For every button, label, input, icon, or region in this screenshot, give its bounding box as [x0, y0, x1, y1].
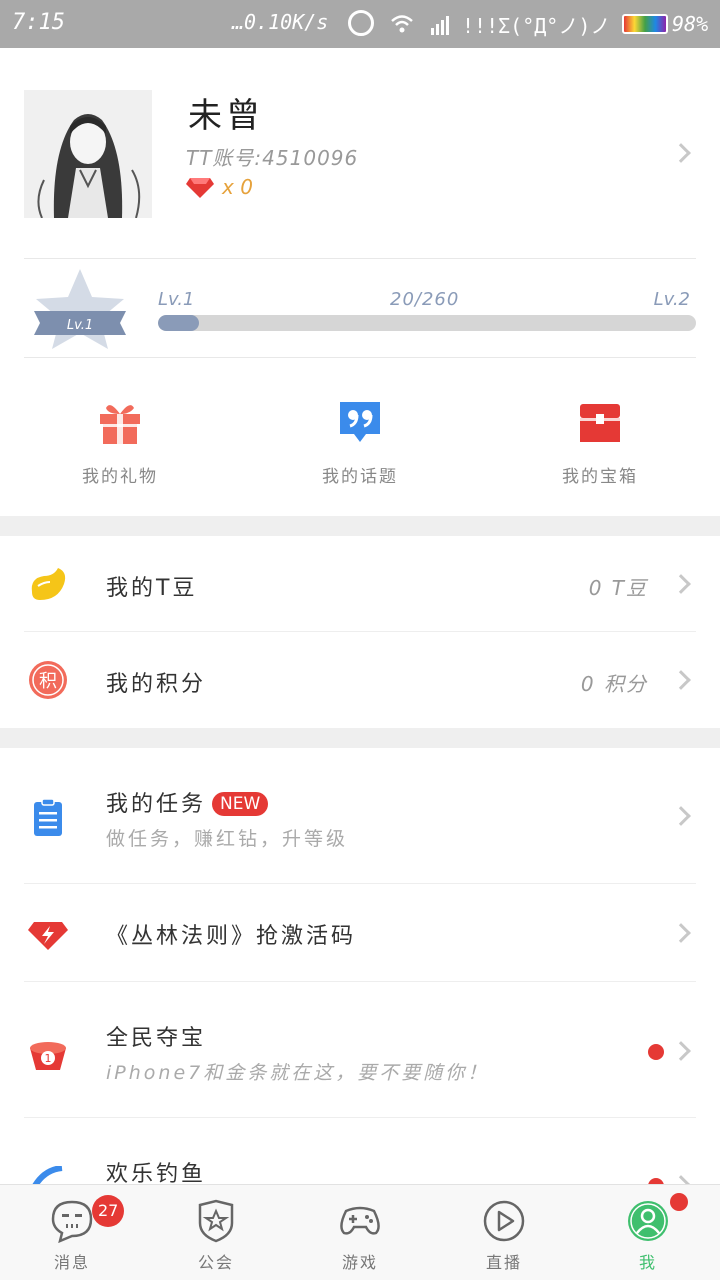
level-progress: Lv.1 Lv.1 20/260 Lv.2: [24, 258, 696, 358]
battery-percent: 98%: [672, 12, 709, 36]
my-points-title: 我的积分: [106, 672, 207, 697]
activation-code-title: 《丛林法则》抢激活码: [106, 924, 357, 949]
nav-me[interactable]: 我: [576, 1185, 720, 1280]
fishing-row[interactable]: 欢乐钓鱼: [0, 1118, 720, 1184]
nav-me-label: 我: [638, 1253, 657, 1272]
alarm-icon: [348, 10, 374, 36]
user-name: 未曾: [188, 96, 264, 136]
chevron-right-icon: [671, 574, 691, 594]
my-tasks-title: 我的任务 NEW: [106, 786, 269, 818]
treasure-hunt-title: 全民夺宝: [106, 1026, 207, 1051]
chevron-right-icon: [671, 670, 691, 690]
chevron-right-icon: [671, 806, 691, 826]
my-tasks-subtitle: 做任务，赚红钻，升等级: [106, 828, 349, 850]
wifi-icon: [391, 15, 413, 33]
chevron-right-icon: [671, 1175, 691, 1184]
quick-actions: 我的礼物 我的话题 我的宝箱: [0, 358, 720, 516]
network-speed: …0.10K/s: [232, 10, 329, 34]
profile-header[interactable]: 未曾 TT账号:4510096 x 0: [0, 48, 720, 258]
chat-bubble-icon: [51, 1200, 93, 1243]
red-diamond-icon: [186, 178, 214, 198]
emoticon-text: !!!Σ(°Д°ノ)ノ: [462, 14, 611, 38]
chevron-right-icon: [671, 1041, 691, 1061]
points-value: 0 积分: [580, 672, 648, 696]
chevron-right-icon: [671, 923, 691, 943]
level-current: Lv.1: [158, 289, 195, 310]
tbeans-value: 0 T豆: [588, 576, 648, 600]
signal-icon: [431, 16, 449, 35]
level-progress-text: 20/260: [390, 289, 460, 310]
my-gifts-button[interactable]: 我的礼物: [0, 358, 240, 516]
chevron-right-icon[interactable]: [671, 143, 691, 163]
nav-guild-label: 公会: [197, 1253, 234, 1272]
account-id: TT账号:4510096: [186, 146, 359, 170]
nav-messages[interactable]: 消息: [0, 1185, 144, 1280]
notification-dot: [648, 1044, 664, 1060]
my-tbeans-title: 我的T豆: [106, 576, 198, 601]
avatar[interactable]: [24, 90, 152, 218]
gem-balance: x 0: [186, 174, 253, 200]
gamepad-icon: [340, 1206, 380, 1235]
treasure-hunt-subtitle: iPhone7和金条就在这，要不要随你！: [106, 1062, 490, 1084]
treasure-hunt-row[interactable]: 1 全民夺宝 iPhone7和金条就在这，要不要随你！: [0, 982, 720, 1118]
status-time: 7:15: [12, 10, 65, 35]
level-star-icon: Lv.1: [34, 269, 126, 349]
activation-code-row[interactable]: 《丛林法则》抢激活码: [0, 884, 720, 982]
my-gifts-label: 我的礼物: [82, 467, 158, 487]
clipboard-icon: [34, 798, 62, 836]
svg-text:积: 积: [39, 671, 57, 692]
bean-icon: [31, 568, 66, 600]
red-envelope-icon: 1: [30, 1042, 66, 1070]
fishing-title: 欢乐钓鱼: [106, 1162, 207, 1184]
status-bar: 7:15 …0.10K/s !!!Σ(°Д°ノ)ノ 98%: [0, 0, 720, 48]
quote-icon: [340, 402, 380, 442]
nav-games-label: 游戏: [341, 1253, 378, 1272]
nav-messages-label: 消息: [53, 1253, 90, 1272]
nav-guild[interactable]: 公会: [144, 1185, 288, 1280]
my-topics-button[interactable]: 我的话题: [240, 358, 480, 516]
my-topics-label: 我的话题: [322, 467, 398, 487]
gift-icon: [100, 405, 140, 444]
play-circle-icon: [483, 1200, 525, 1242]
battery-icon: [622, 14, 668, 34]
my-treasure-box-button[interactable]: 我的宝箱: [480, 358, 720, 516]
red-gem-icon: [28, 922, 68, 950]
my-points-row[interactable]: 积 我的积分 0 积分: [0, 632, 720, 728]
my-tbeans-row[interactable]: 我的T豆 0 T豆: [0, 536, 720, 632]
section-gap: [0, 728, 720, 748]
gem-count: x 0: [222, 175, 253, 199]
level-progress-bar: [158, 315, 696, 331]
level-next: Lv.2: [653, 289, 690, 310]
nav-games[interactable]: 游戏: [288, 1185, 432, 1280]
user-circle-icon: [628, 1201, 668, 1241]
section-gap: [0, 516, 720, 536]
nav-live[interactable]: 直播: [432, 1185, 576, 1280]
me-notification-dot: [670, 1193, 688, 1211]
level-progress-fill: [158, 315, 200, 331]
shield-star-icon: [198, 1199, 234, 1243]
my-treasure-box-label: 我的宝箱: [562, 467, 638, 487]
fishing-icon: [32, 1166, 63, 1184]
nav-live-label: 直播: [485, 1253, 522, 1272]
level-badge-text: Lv.1: [67, 318, 93, 333]
my-tasks-row[interactable]: 我的任务 NEW 做任务，赚红钻，升等级: [0, 748, 720, 884]
points-icon: 积: [29, 661, 67, 699]
svg-text:1: 1: [45, 1052, 52, 1065]
treasure-box-icon: [580, 404, 620, 442]
bottom-navigation: 消息 公会 游戏 直播 我 27: [0, 1184, 720, 1280]
new-badge: NEW: [212, 792, 269, 816]
